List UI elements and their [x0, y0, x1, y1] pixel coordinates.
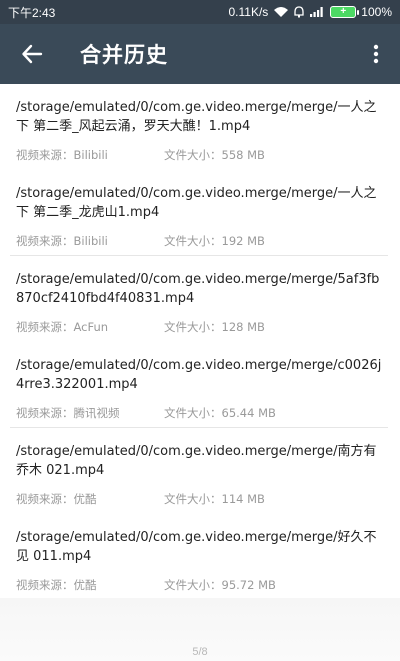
more-vertical-icon — [373, 44, 379, 64]
file-size: 文件大小：65.44 MB — [164, 406, 276, 420]
list-item[interactable]: /storage/emulated/0/com.ge.video.merge/m… — [0, 84, 400, 170]
merge-history-list: /storage/emulated/0/com.ge.video.merge/m… — [0, 84, 400, 600]
file-path: /storage/emulated/0/com.ge.video.merge/m… — [16, 444, 377, 478]
file-meta: 视频来源：腾讯视频 文件大小：65.44 MB — [16, 405, 384, 421]
list-item[interactable]: /storage/emulated/0/com.ge.video.merge/m… — [0, 256, 400, 342]
list-item[interactable]: /storage/emulated/0/com.ge.video.merge/m… — [0, 514, 400, 600]
file-meta: 视频来源：优酷 文件大小：114 MB — [16, 491, 384, 507]
back-button[interactable] — [4, 24, 60, 84]
video-source: 视频来源：AcFun — [16, 320, 109, 334]
battery-icon: + — [330, 6, 360, 18]
video-source: 视频来源：腾讯视频 — [16, 406, 120, 420]
list-item[interactable]: /storage/emulated/0/com.ge.video.merge/m… — [0, 170, 400, 256]
file-meta: 视频来源：优酷 文件大小：95.72 MB — [16, 577, 384, 593]
video-source: 视频来源：优酷 — [16, 578, 97, 592]
status-time: 下午2:43 — [8, 5, 56, 20]
file-size: 文件大小：128 MB — [164, 320, 265, 334]
signal-icon — [309, 6, 325, 18]
alarm-icon — [294, 6, 304, 18]
file-path: /storage/emulated/0/com.ge.video.merge/m… — [16, 530, 377, 564]
battery-level: 100% — [361, 5, 392, 19]
file-meta: 视频来源：Bilibili 文件大小：192 MB — [16, 233, 384, 249]
file-path: /storage/emulated/0/com.ge.video.merge/m… — [16, 100, 377, 134]
file-size: 文件大小：558 MB — [164, 148, 265, 162]
file-meta: 视频来源：AcFun 文件大小：128 MB — [16, 319, 384, 335]
app-bar: 合并历史 — [0, 24, 400, 84]
wifi-icon — [273, 6, 289, 18]
page-indicator: 5/8 — [192, 646, 208, 658]
more-menu-button[interactable] — [360, 24, 392, 84]
video-source: 视频来源：优酷 — [16, 492, 97, 506]
page-title: 合并历史 — [80, 43, 168, 67]
file-path: /storage/emulated/0/com.ge.video.merge/m… — [16, 186, 377, 220]
file-path: /storage/emulated/0/com.ge.video.merge/m… — [16, 272, 380, 306]
video-source: 视频来源：Bilibili — [16, 148, 108, 162]
status-indicators: 0.11K/s + 100% — [228, 5, 392, 19]
file-size: 文件大小：95.72 MB — [164, 578, 276, 592]
list-item[interactable]: /storage/emulated/0/com.ge.video.merge/m… — [0, 428, 400, 514]
list-item[interactable]: /storage/emulated/0/com.ge.video.merge/m… — [0, 342, 400, 428]
file-size: 文件大小：114 MB — [164, 492, 265, 506]
file-size: 文件大小：192 MB — [164, 234, 265, 248]
status-bar: 下午2:43 0.11K/s + 100% — [0, 0, 400, 24]
network-speed: 0.11K/s — [228, 5, 269, 19]
file-path: /storage/emulated/0/com.ge.video.merge/m… — [16, 358, 382, 392]
file-meta: 视频来源：Bilibili 文件大小：558 MB — [16, 147, 384, 163]
arrow-left-icon — [22, 44, 43, 64]
video-source: 视频来源：Bilibili — [16, 234, 108, 248]
